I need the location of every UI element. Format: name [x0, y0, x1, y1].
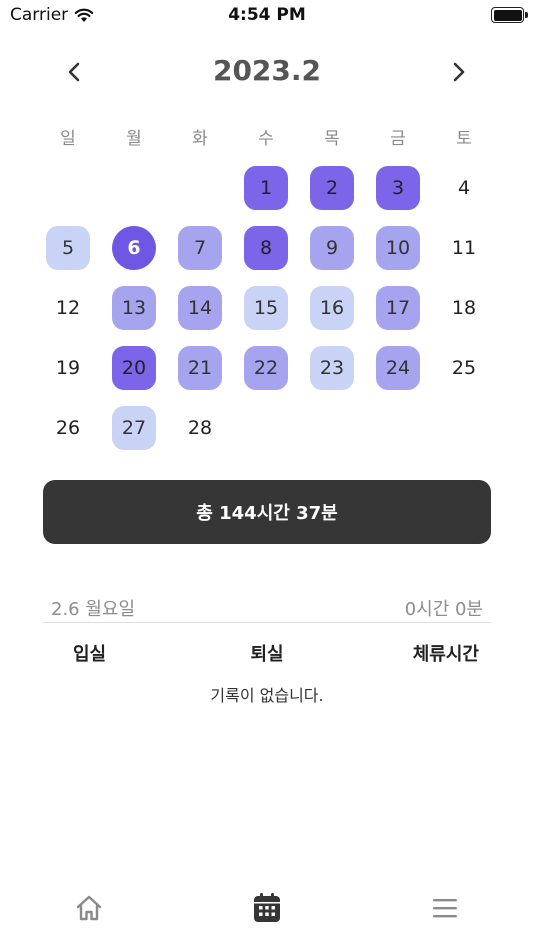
- calendar-cell: 26: [35, 398, 101, 458]
- calendar-icon: [254, 893, 280, 922]
- weekday-header: 일 월 화 수 목 금 토: [35, 124, 497, 149]
- clock: 4:54 PM: [228, 5, 306, 25]
- calendar-cell: 13: [101, 278, 167, 338]
- calendar-day[interactable]: 16: [310, 286, 354, 330]
- calendar-cell: 2: [299, 158, 365, 218]
- tab-calendar[interactable]: [245, 886, 289, 930]
- weekday-label: 일: [60, 129, 76, 149]
- tab-home[interactable]: [67, 886, 111, 930]
- calendar-cell: 7: [167, 218, 233, 278]
- total-time-button[interactable]: 총 144시간 37분: [43, 480, 491, 544]
- calendar-day[interactable]: 22: [244, 346, 288, 390]
- tab-menu[interactable]: [423, 886, 467, 930]
- calendar-cell: 14: [167, 278, 233, 338]
- calendar-cell: 25: [431, 338, 497, 398]
- calendar-day[interactable]: 23: [310, 346, 354, 390]
- calendar-cell: 4: [431, 158, 497, 218]
- calendar-day[interactable]: 28: [178, 406, 222, 450]
- calendar-day[interactable]: 25: [442, 346, 486, 390]
- calendar-day[interactable]: 20: [112, 346, 156, 390]
- calendar-cell: 15: [233, 278, 299, 338]
- tab-bar: [0, 880, 534, 936]
- weekday-label: 화: [192, 129, 208, 149]
- calendar-grid: 1 2 3 4 5 6 7 8 9 10 11 12 13 14 15 16 17 18 19 20 21 22 23 24 2…: [35, 158, 497, 458]
- calendar-cell: 23: [299, 338, 365, 398]
- calendar-cell: 16: [299, 278, 365, 338]
- calendar-cell: 12: [35, 278, 101, 338]
- calendar-cell: 18: [431, 278, 497, 338]
- weekday-label: 토: [456, 129, 472, 149]
- menu-icon: [433, 899, 457, 918]
- calendar-cell: 20: [101, 338, 167, 398]
- calendar-day[interactable]: 24: [376, 346, 420, 390]
- battery-icon: [491, 7, 528, 23]
- calendar-day[interactable]: 4: [442, 166, 486, 210]
- month-header: 2023.2: [0, 50, 534, 94]
- next-month-button[interactable]: [441, 54, 477, 90]
- calendar-cell: 17: [365, 278, 431, 338]
- calendar-cell: 24: [365, 338, 431, 398]
- home-icon: [76, 895, 102, 921]
- calendar-cell: 10: [365, 218, 431, 278]
- calendar-cell: 22: [233, 338, 299, 398]
- calendar-day[interactable]: 2: [310, 166, 354, 210]
- weekday-label: 월: [126, 129, 142, 149]
- calendar-cell: [35, 158, 101, 218]
- calendar-day[interactable]: 27: [112, 406, 156, 450]
- calendar-cell: 28: [167, 398, 233, 458]
- column-stay: 체류시간: [412, 644, 479, 665]
- calendar-day[interactable]: 26: [46, 406, 90, 450]
- calendar-cell: 19: [35, 338, 101, 398]
- weekday-label: 목: [324, 129, 340, 149]
- calendar-day[interactable]: 21: [178, 346, 222, 390]
- calendar-day[interactable]: 13: [112, 286, 156, 330]
- calendar-cell: 6: [101, 218, 167, 278]
- calendar-day[interactable]: 11: [442, 226, 486, 270]
- calendar-day-selected[interactable]: 6: [112, 226, 156, 270]
- selected-date-label: 2.6 월요일: [51, 599, 136, 620]
- calendar-day[interactable]: 7: [178, 226, 222, 270]
- calendar-day[interactable]: 19: [46, 346, 90, 390]
- calendar-day[interactable]: 3: [376, 166, 420, 210]
- weekday-label: 금: [390, 129, 406, 149]
- calendar-cell: 21: [167, 338, 233, 398]
- selected-duration-label: 0시간 0분: [404, 599, 483, 620]
- calendar-day[interactable]: 9: [310, 226, 354, 270]
- calendar-day[interactable]: 5: [46, 226, 90, 270]
- calendar-cell: [101, 158, 167, 218]
- calendar-cell: 11: [431, 218, 497, 278]
- calendar-cell: 9: [299, 218, 365, 278]
- calendar-cell: 5: [35, 218, 101, 278]
- chevron-right-icon: [453, 62, 465, 82]
- calendar-day[interactable]: 18: [442, 286, 486, 330]
- weekday-label: 수: [258, 129, 274, 149]
- calendar-cell: [167, 158, 233, 218]
- calendar-cell: 8: [233, 218, 299, 278]
- calendar-day[interactable]: 1: [244, 166, 288, 210]
- calendar-day[interactable]: 15: [244, 286, 288, 330]
- record-summary: 2.6 월요일 0시간 0분: [43, 595, 491, 623]
- status-bar: Carrier 4:54 PM: [0, 0, 534, 32]
- empty-message: 기록이 없습니다.: [210, 686, 324, 705]
- calendar-day[interactable]: 14: [178, 286, 222, 330]
- calendar-day[interactable]: 10: [376, 226, 420, 270]
- calendar-cell: 1: [233, 158, 299, 218]
- calendar-day[interactable]: 12: [46, 286, 90, 330]
- calendar-day[interactable]: 17: [376, 286, 420, 330]
- calendar-cell: 3: [365, 158, 431, 218]
- calendar-day[interactable]: 8: [244, 226, 288, 270]
- record-table-header: 입실 퇴실 체류시간: [43, 640, 491, 666]
- calendar-cell: 27: [101, 398, 167, 458]
